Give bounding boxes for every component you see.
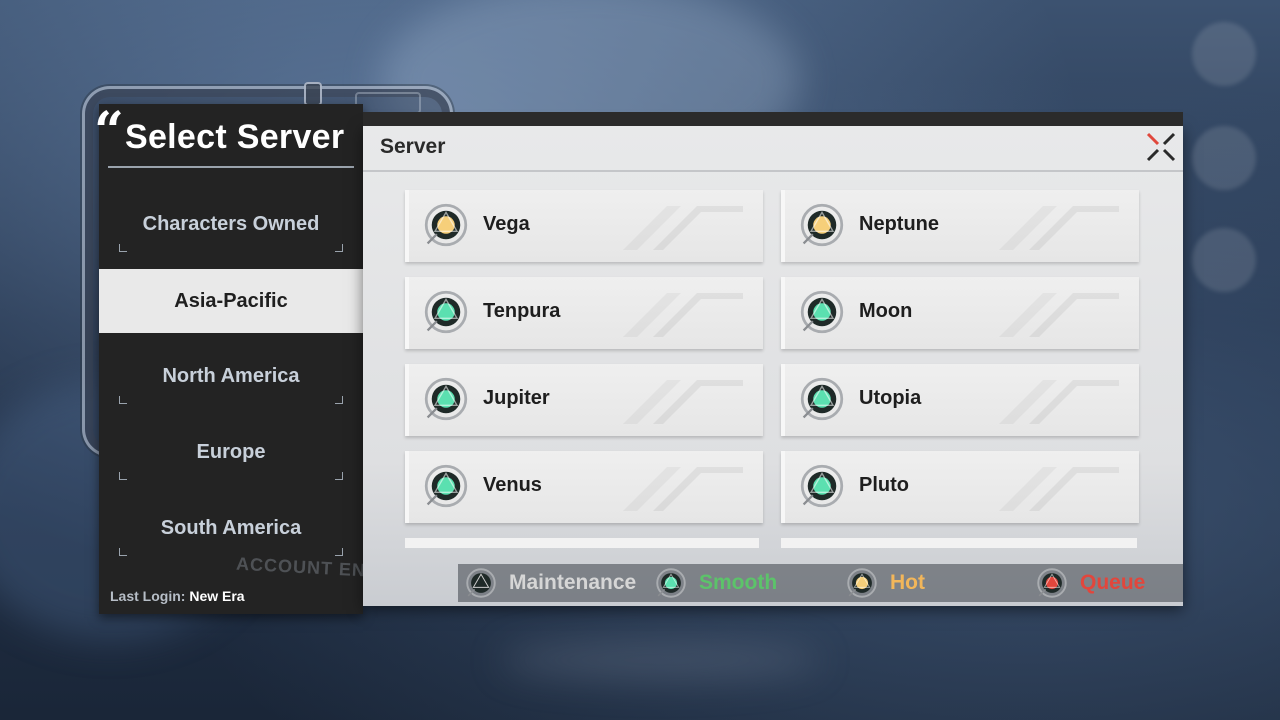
last-login-value: New Era <box>189 588 245 604</box>
last-login: Last Login: New Era <box>110 588 245 604</box>
server-name: Jupiter <box>483 387 550 409</box>
card-stripe-decoration <box>999 206 1119 250</box>
legend-maintenance: Maintenance <box>465 564 636 602</box>
legend-label: Maintenance <box>509 571 637 594</box>
smooth-status-icon <box>800 464 844 508</box>
smooth-status-icon <box>424 377 468 421</box>
background-menu-icon <box>1192 228 1256 292</box>
region-tab-characters-owned[interactable]: Characters Owned <box>99 186 363 262</box>
server-card-partial <box>781 538 1137 548</box>
smooth-status-icon <box>424 290 468 334</box>
close-button[interactable] <box>1144 130 1178 164</box>
server-card-partial <box>405 538 759 548</box>
corner-bracket-icon <box>119 548 127 556</box>
server-card[interactable]: Pluto <box>781 451 1139 523</box>
background-menu-icon <box>1192 126 1256 190</box>
server-card[interactable]: Moon <box>781 277 1139 349</box>
server-name: Pluto <box>859 474 909 496</box>
card-stripe-decoration <box>999 467 1119 511</box>
legend-label: Hot <box>890 571 925 594</box>
server-card[interactable]: Utopia <box>781 364 1139 436</box>
legend-hot: Hot <box>846 564 925 602</box>
legend-queue: Queue <box>1036 564 1145 602</box>
frame-tab <box>355 92 421 114</box>
smooth-status-icon <box>800 377 844 421</box>
corner-bracket-icon <box>335 548 343 556</box>
server-panel-header: Server <box>363 126 1183 172</box>
panel-top-bar <box>363 112 1183 126</box>
quote-icon: “ <box>94 101 124 162</box>
server-name: Vega <box>483 213 530 235</box>
region-tab-asia-pacific[interactable]: Asia-Pacific <box>99 269 363 333</box>
panel-title-wrap: “ Select Server <box>94 104 363 170</box>
region-tab-label: Characters Owned <box>142 212 320 235</box>
background-blur-text <box>500 640 820 680</box>
queue-status-icon <box>1037 568 1067 598</box>
server-name: Utopia <box>859 387 922 409</box>
region-tab-label: Europe <box>196 440 266 463</box>
corner-bracket-icon <box>335 396 343 404</box>
status-legend: Maintenance Smooth Hot Queue <box>458 564 1183 602</box>
page-title: Select Server <box>125 118 345 156</box>
card-stripe-decoration <box>999 380 1119 424</box>
frame-clip <box>304 82 322 106</box>
hot-status-icon <box>800 203 844 247</box>
server-name: Moon <box>859 300 913 322</box>
server-panel: Server Vega Neptune Tenpura Moon Jupiter Utop… <box>363 112 1183 606</box>
corner-bracket-icon <box>335 244 343 252</box>
server-panel-title: Server <box>380 135 446 158</box>
corner-bracket-icon <box>119 472 127 480</box>
hot-status-icon <box>847 568 877 598</box>
server-card[interactable]: Vega <box>405 190 763 262</box>
corner-bracket-icon <box>119 396 127 404</box>
server-card[interactable]: Jupiter <box>405 364 763 436</box>
region-tab-south-america[interactable]: South America <box>99 490 363 566</box>
last-login-label: Last Login: <box>110 588 186 604</box>
smooth-status-icon <box>800 290 844 334</box>
title-divider <box>108 166 354 168</box>
server-name: Venus <box>483 474 542 496</box>
legend-label: Queue <box>1080 571 1146 594</box>
maintenance-status-icon <box>466 568 496 598</box>
corner-bracket-icon <box>335 472 343 480</box>
card-stripe-decoration <box>623 380 743 424</box>
region-tab-label: Asia-Pacific <box>174 289 288 312</box>
legend-smooth: Smooth <box>655 564 777 602</box>
region-tab-north-america[interactable]: North America <box>99 338 363 414</box>
server-card[interactable]: Tenpura <box>405 277 763 349</box>
server-card[interactable]: Neptune <box>781 190 1139 262</box>
card-stripe-decoration <box>623 467 743 511</box>
legend-label: Smooth <box>699 571 778 594</box>
hot-status-icon <box>424 203 468 247</box>
region-tab-europe[interactable]: Europe <box>99 414 363 490</box>
region-panel: “ Select Server Characters Owned Asia-Pa… <box>94 104 363 614</box>
card-stripe-decoration <box>623 206 743 250</box>
smooth-status-icon <box>424 464 468 508</box>
server-card[interactable]: Venus <box>405 451 763 523</box>
region-tab-label: North America <box>162 364 300 387</box>
card-stripe-decoration <box>999 293 1119 337</box>
region-tab-label: South America <box>160 516 302 539</box>
background-menu-icon <box>1192 22 1256 86</box>
corner-bracket-icon <box>119 244 127 252</box>
card-stripe-decoration <box>623 293 743 337</box>
smooth-status-icon <box>656 568 686 598</box>
close-x-icon <box>1146 132 1176 162</box>
server-name: Neptune <box>859 213 939 235</box>
server-name: Tenpura <box>483 300 561 322</box>
